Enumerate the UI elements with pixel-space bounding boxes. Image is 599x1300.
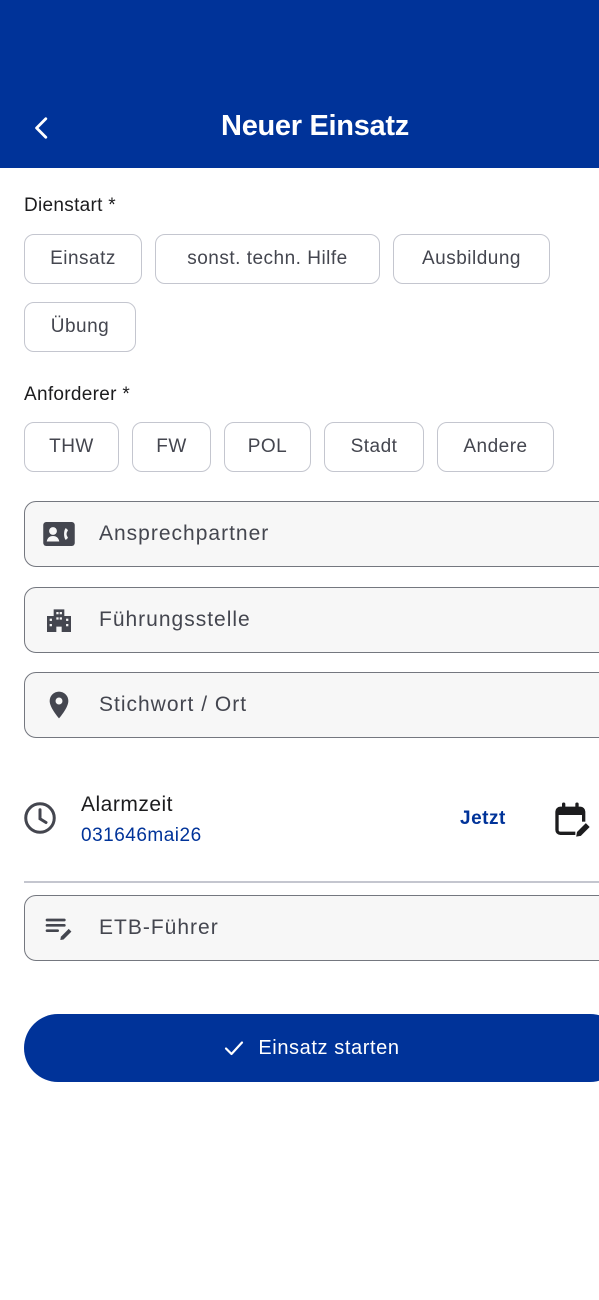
keyword-location-field[interactable]: Stichwort / Ort: [24, 672, 599, 738]
command-post-field[interactable]: Führungsstelle: [24, 587, 599, 653]
building-icon: [39, 600, 79, 640]
anforderer-chip-andere[interactable]: Andere: [437, 422, 554, 472]
contact-field[interactable]: Ansprechpartner: [24, 501, 599, 567]
now-button[interactable]: Jetzt: [460, 808, 506, 830]
alarm-time-label: Alarmzeit: [81, 793, 174, 816]
check-icon: [225, 1041, 244, 1056]
dienstart-chip-uebung[interactable]: Übung: [24, 302, 136, 352]
etb-leader-placeholder: ETB-Führer: [99, 916, 219, 939]
contact-placeholder: Ansprechpartner: [99, 522, 270, 545]
anforderer-chip-stadt[interactable]: Stadt: [324, 422, 424, 472]
contact-card-icon: [39, 514, 79, 554]
start-operation-button[interactable]: Einsatz starten: [24, 1014, 599, 1082]
calendar-edit-icon[interactable]: [552, 800, 592, 840]
dienstart-chip-technische-hilfe[interactable]: sonst. techn. Hilfe: [155, 234, 380, 284]
anforderer-chip-thw[interactable]: THW: [24, 422, 119, 472]
anforderer-chip-fw[interactable]: FW: [132, 422, 211, 472]
keyword-location-placeholder: Stichwort / Ort: [99, 693, 248, 716]
location-pin-icon: [39, 685, 79, 725]
clock-icon: [24, 802, 56, 834]
etb-leader-field[interactable]: ETB-Führer: [24, 895, 599, 961]
divider: [24, 881, 599, 883]
dienstart-label: Dienstart *: [24, 195, 117, 216]
dienstart-chip-einsatz[interactable]: Einsatz: [24, 234, 142, 284]
anforderer-chip-pol[interactable]: POL: [224, 422, 311, 472]
anforderer-label: Anforderer *: [24, 384, 131, 405]
alarm-time-value: 031646mai26: [81, 825, 202, 846]
page-title: Neuer Einsatz: [221, 110, 409, 142]
dienstart-chip-ausbildung[interactable]: Ausbildung: [393, 234, 550, 284]
command-post-placeholder: Führungsstelle: [99, 608, 251, 631]
start-operation-label: Einsatz starten: [258, 1036, 400, 1059]
edit-note-icon: [39, 908, 79, 948]
